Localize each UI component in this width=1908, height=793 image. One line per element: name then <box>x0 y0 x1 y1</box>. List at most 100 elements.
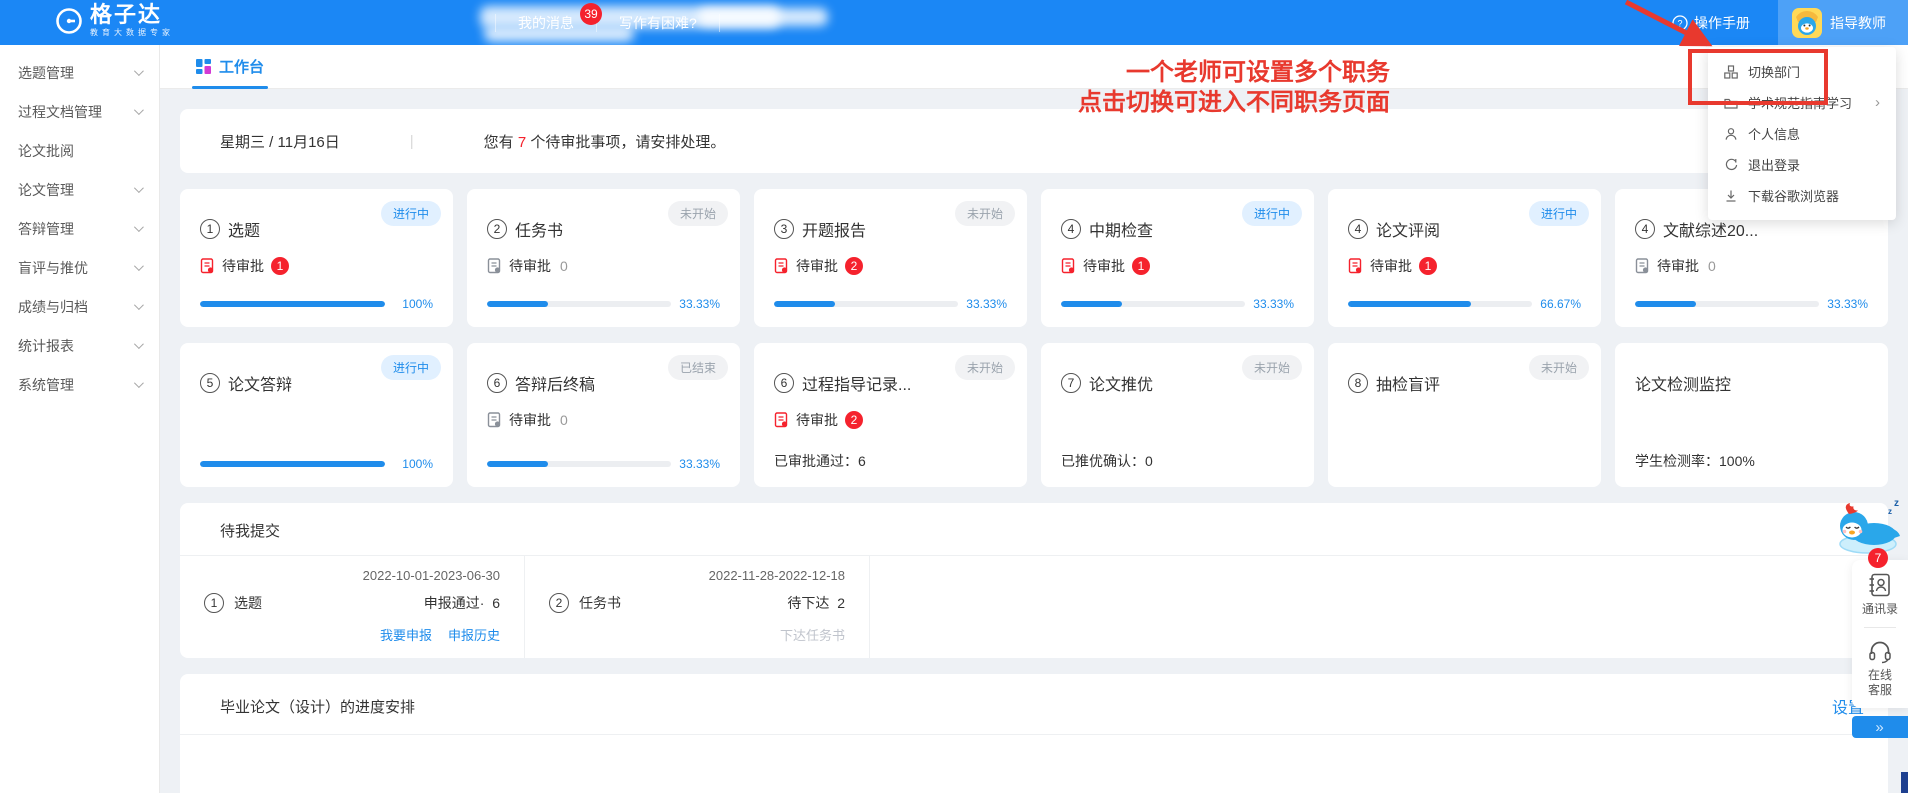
progress-percent: 33.33% <box>679 297 720 311</box>
tab-workbench[interactable]: 工作台 <box>196 45 264 89</box>
approve-label: 待审批 <box>1657 256 1699 276</box>
pending-count: 7 <box>518 134 526 151</box>
apply-link[interactable]: 我要申报 <box>380 625 432 644</box>
status-badge: 进行中 <box>381 201 441 226</box>
brand-name: 格子达 <box>90 3 174 27</box>
approve-count-badge: 2 <box>845 411 863 429</box>
step-number: 8 <box>1348 373 1368 393</box>
issue-assignment-link[interactable]: 下达任务书 <box>780 625 845 644</box>
contacts-button[interactable]: 通讯录 <box>1862 572 1898 617</box>
task-card-assignment[interactable]: 未开始 2任务书 待审批 0 33.33% <box>467 189 740 327</box>
approve-count-badge: 1 <box>271 257 289 275</box>
online-service-button[interactable]: 在线 客服 <box>1867 638 1893 698</box>
menu-item-switch-department[interactable]: 切换部门 <box>1708 56 1896 87</box>
floating-toolbar: 通讯录 在线 客服 <box>1852 560 1908 708</box>
sidebar-item-paper-management[interactable]: 论文管理 <box>0 170 159 209</box>
greeting-banner: 星期三 / 11月16日 | 您有 7 个待审批事项，请安排处理。 <box>180 109 1888 173</box>
sidebar-item-grades-archive[interactable]: 成绩与归档 <box>0 287 159 326</box>
contacts-label: 通讯录 <box>1862 602 1898 617</box>
step-number: 2 <box>487 219 507 239</box>
task-card-paper-promotion[interactable]: 未开始 7论文推优 已推优确认：0 <box>1041 343 1314 487</box>
role-label: 指导教师 <box>1830 13 1886 33</box>
approve-label: 待审批 <box>222 256 264 276</box>
document-icon <box>487 412 502 428</box>
menu-item-download-chrome[interactable]: 下载谷歌浏览器 <box>1708 180 1896 211</box>
task-card-proposal[interactable]: 未开始 3开题报告 待审批 2 33.33% <box>754 189 1027 327</box>
approve-count-badge: 1 <box>1419 257 1437 275</box>
progress-track <box>1061 301 1245 307</box>
sidebar-item-topic-management[interactable]: 选题管理 <box>0 53 159 92</box>
manual-link[interactable]: ? 操作手册 <box>1672 13 1750 33</box>
document-icon <box>774 258 789 274</box>
approve-count-zero: 0 <box>560 258 568 274</box>
approve-label: 待审批 <box>509 410 551 430</box>
greeting-divider: | <box>410 133 414 150</box>
apply-history-link[interactable]: 申报历史 <box>448 625 500 644</box>
progress-track <box>1635 301 1819 307</box>
sidebar-nav: 选题管理 过程文档管理 论文批阅 论文管理 答辩管理 盲评与推优 成绩与归档 统… <box>0 45 160 793</box>
writing-help-link[interactable]: 写作有困难? <box>597 0 719 45</box>
status-badge: 未开始 <box>1242 355 1302 380</box>
document-icon <box>1061 258 1076 274</box>
task-card-final-draft[interactable]: 已结束 6答辩后终稿 待审批 0 33.33% <box>467 343 740 487</box>
task-card-defense[interactable]: 进行中 5论文答辩 100% <box>180 343 453 487</box>
menu-item-academic-guide[interactable]: 学术规范指南学习 › <box>1708 87 1896 118</box>
to-submit-item-topic: 2022-10-01-2023-06-30 1选题 申报通过· 6 我要申报 申… <box>180 556 525 658</box>
step-number: 1 <box>204 593 224 613</box>
progress-fill <box>1635 301 1696 307</box>
sidebar-item-defense-management[interactable]: 答辩管理 <box>0 209 159 248</box>
card-title-text: 抽检盲评 <box>1376 371 1440 395</box>
chevron-down-icon <box>134 261 144 271</box>
progress-percent: 100% <box>393 297 433 311</box>
step-number: 3 <box>774 219 794 239</box>
logout-icon <box>1724 158 1738 172</box>
collapse-rail-button[interactable]: » <box>1852 716 1908 738</box>
step-number: 6 <box>487 373 507 393</box>
progress-track <box>487 301 671 307</box>
status-badge: 进行中 <box>381 355 441 380</box>
menu-item-personal-info[interactable]: 个人信息 <box>1708 118 1896 149</box>
logo-g-icon <box>55 7 83 35</box>
task-card-paper-reading[interactable]: 进行中 4论文评阅 待审批 1 66.67% <box>1328 189 1601 327</box>
item-stat: 申报通过· 6 <box>424 593 500 613</box>
status-badge: 进行中 <box>1529 201 1589 226</box>
scrollbar-corner <box>1901 772 1908 793</box>
progress-track <box>487 461 671 467</box>
my-messages-label: 我的消息 <box>518 13 574 33</box>
sidebar-item-statistics[interactable]: 统计报表 <box>0 326 159 365</box>
menu-item-logout[interactable]: 退出登录 <box>1708 149 1896 180</box>
approve-count-zero: 0 <box>1708 258 1716 274</box>
sidebar-item-blind-review[interactable]: 盲评与推优 <box>0 248 159 287</box>
my-messages-link[interactable]: 我的消息 39 <box>496 0 596 45</box>
task-cards-row-1: 进行中 1选题 待审批 1 100% 未开始 2任务书 待审批 0 33.3 <box>180 189 1888 327</box>
assistant-mascot[interactable]: z z <box>1836 494 1904 554</box>
status-badge: 未开始 <box>955 355 1015 380</box>
schedule-panel: 毕业论文（设计）的进度安排 设置 <box>180 674 1888 793</box>
to-submit-panel: 待我提交 2022-10-01-2023-06-30 1选题 申报通过· 6 我… <box>180 503 1888 658</box>
sidebar-item-system-management[interactable]: 系统管理 <box>0 365 159 404</box>
date-range: 2022-11-28-2022-12-18 <box>549 568 845 583</box>
status-badge: 进行中 <box>1242 201 1302 226</box>
task-card-topic[interactable]: 进行中 1选题 待审批 1 100% <box>180 189 453 327</box>
annotation-text: 一个老师可设置多个职务 点击切换可进入不同职务页面 <box>1078 58 1390 118</box>
task-card-guidance-record[interactable]: 未开始 6过程指导记录... 待审批 2 已审批通过：6 <box>754 343 1027 487</box>
task-card-spot-check[interactable]: 未开始 8 抽检盲评 <box>1328 343 1601 487</box>
folder-icon <box>1724 96 1738 110</box>
tab-workbench-label: 工作台 <box>219 56 264 77</box>
task-card-detection-monitor[interactable]: 论文检测监控 学生检测率：100% <box>1615 343 1888 487</box>
task-card-midterm[interactable]: 进行中 4中期检查 待审批 1 33.33% <box>1041 189 1314 327</box>
status-badge: 未开始 <box>1529 355 1589 380</box>
user-role-chip[interactable]: 指导教师 <box>1778 0 1908 45</box>
sidebar-item-paper-review[interactable]: 论文批阅 <box>0 131 159 170</box>
progress-percent: 100% <box>393 457 433 471</box>
step-number: 4 <box>1061 219 1081 239</box>
approve-label: 待审批 <box>509 256 551 276</box>
approve-label: 待审批 <box>1083 256 1125 276</box>
pending-summary: 您有 7 个待审批事项，请安排处理。 <box>484 131 726 152</box>
task-cards-row-2: 进行中 5论文答辩 100% 已结束 6答辩后终稿 待审批 0 33.33% 未… <box>180 343 1888 487</box>
document-icon <box>200 258 215 274</box>
progress-fill <box>487 461 548 467</box>
sidebar-item-process-docs[interactable]: 过程文档管理 <box>0 92 159 131</box>
svg-text:z: z <box>1888 507 1892 516</box>
avatar <box>1792 8 1822 38</box>
